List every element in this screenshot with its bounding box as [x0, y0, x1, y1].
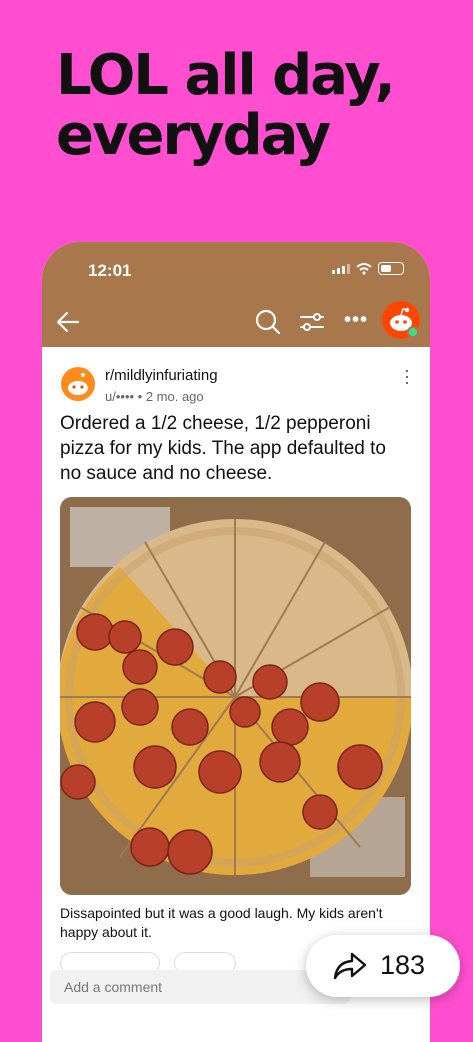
status-time: 12:01	[88, 261, 132, 280]
online-status-dot	[407, 326, 419, 338]
post-image[interactable]	[60, 497, 411, 895]
share-icon	[333, 952, 367, 980]
search-icon[interactable]	[254, 308, 282, 336]
snoo-icon	[68, 373, 88, 395]
share-count: 183	[380, 950, 426, 980]
post-meta: u/•••• • 2 mo. ago	[105, 389, 204, 404]
pizza-photo	[60, 497, 411, 895]
share-button[interactable]: 183	[306, 935, 460, 997]
wifi-icon	[356, 262, 372, 275]
more-options-icon[interactable]: •••	[344, 309, 368, 332]
comment-input[interactable]: Add a comment	[50, 970, 350, 1004]
subreddit-name[interactable]: r/mildlyinfuriating	[105, 367, 218, 384]
post-header: r/mildlyinfuriating u/•••• • 2 mo. ago ·…	[60, 347, 412, 404]
battery-icon	[378, 262, 404, 275]
phone-frame: 12:01 ••• r/mildlyinfuriating u/•••• • 2…	[42, 242, 430, 1042]
signal-icon	[332, 263, 350, 274]
post-title[interactable]: Ordered a 1/2 cheese, 1/2 pepperoni pizz…	[60, 411, 410, 486]
top-bar: 12:01 •••	[42, 242, 430, 347]
user-avatar[interactable]	[382, 301, 420, 339]
headline: LOL all day, everyday	[56, 43, 396, 168]
subreddit-avatar[interactable]	[61, 367, 95, 401]
post: r/mildlyinfuriating u/•••• • 2 mo. ago ·…	[42, 347, 430, 974]
status-icons	[332, 262, 404, 275]
filter-icon[interactable]	[298, 308, 326, 336]
post-options-icon[interactable]: · · ·	[402, 361, 412, 391]
back-arrow-icon[interactable]	[54, 308, 82, 336]
nav-bar: •••	[42, 300, 430, 344]
